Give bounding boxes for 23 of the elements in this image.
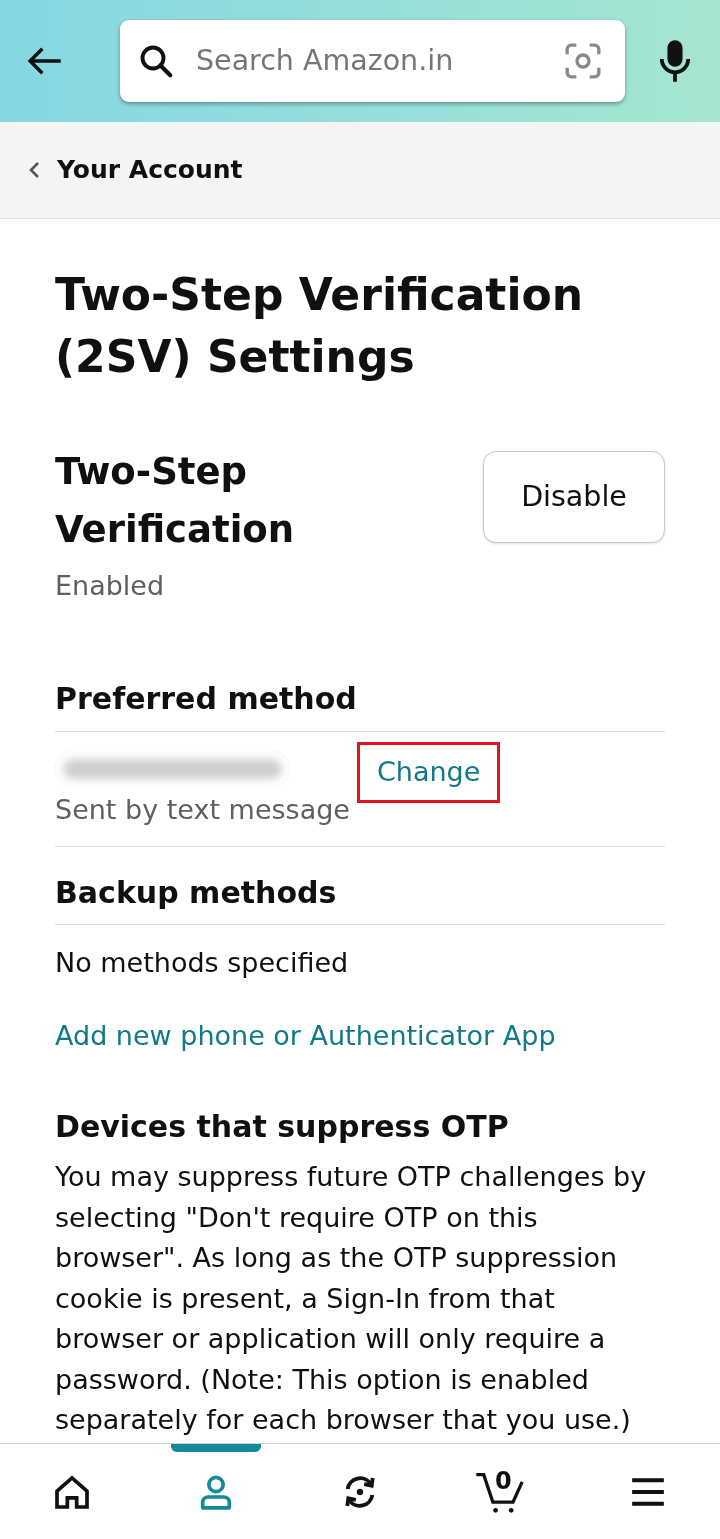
microphone-icon [658, 38, 692, 84]
search-input[interactable]: Search Amazon.in [196, 41, 553, 81]
search-icon [138, 43, 174, 79]
camera-scan-button[interactable] [563, 41, 603, 81]
search-field[interactable]: Search Amazon.in [120, 20, 625, 102]
section-heading: Preferred method [55, 680, 358, 718]
your-account-link[interactable]: Your Account [27, 151, 243, 189]
section-heading: Devices that suppress OTP [55, 1108, 510, 1146]
page-title: Two-Step Verification (2SV) Settings [55, 268, 585, 384]
change-link[interactable]: Change [357, 742, 501, 803]
disable-button[interactable]: Disable [483, 451, 665, 543]
camera-scan-icon [563, 41, 603, 81]
section-heading: Backup methods [55, 874, 338, 912]
chevron-left-icon [27, 160, 41, 180]
method-detail-text: Sent by text message [55, 793, 351, 827]
microphone-button[interactable] [658, 38, 692, 84]
cart-button[interactable]: 0 [432, 1444, 576, 1539]
section-title: Two-Step Verification [55, 449, 296, 553]
empty-state-text: No methods specified [55, 946, 350, 980]
status-text: Enabled [55, 569, 166, 603]
add-method-link[interactable]: Add new phone or Authenticator App [55, 1020, 556, 1051]
cart-count: 0 [495, 1469, 512, 1493]
description-text: You may suppress future OTP challenges by selecting "Don't require OTP on this browser". As long as the OTP suppression cookie is present, a Sign-In from that browser or application will only require a password. (Note: This option is enabled separately for each browser that you use.) [55, 1160, 648, 1437]
